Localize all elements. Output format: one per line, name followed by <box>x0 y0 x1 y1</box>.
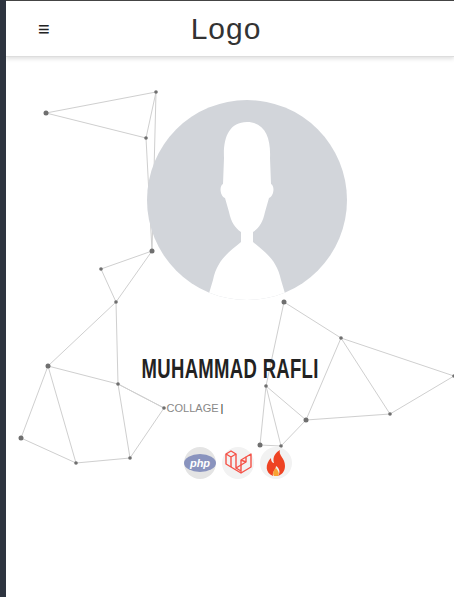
person-icon <box>147 100 347 300</box>
avatar <box>147 100 347 300</box>
svg-text:php: php <box>189 457 210 469</box>
laravel-icon <box>221 446 255 480</box>
typing-cursor: | <box>221 402 224 414</box>
codeigniter-icon <box>259 446 293 480</box>
top-navbar: ≡ Logo <box>6 0 454 57</box>
profile-section: MUHAMMAD RAFLI COLLAGE| php <box>6 57 454 480</box>
php-icon: php <box>183 446 217 480</box>
profile-subtitle: COLLAGE| <box>167 400 224 417</box>
profile-name: MUHAMMAD RAFLI <box>141 352 318 386</box>
logo[interactable]: Logo <box>191 6 262 51</box>
skills-row: php <box>183 446 293 480</box>
menu-button[interactable]: ≡ <box>34 19 54 39</box>
